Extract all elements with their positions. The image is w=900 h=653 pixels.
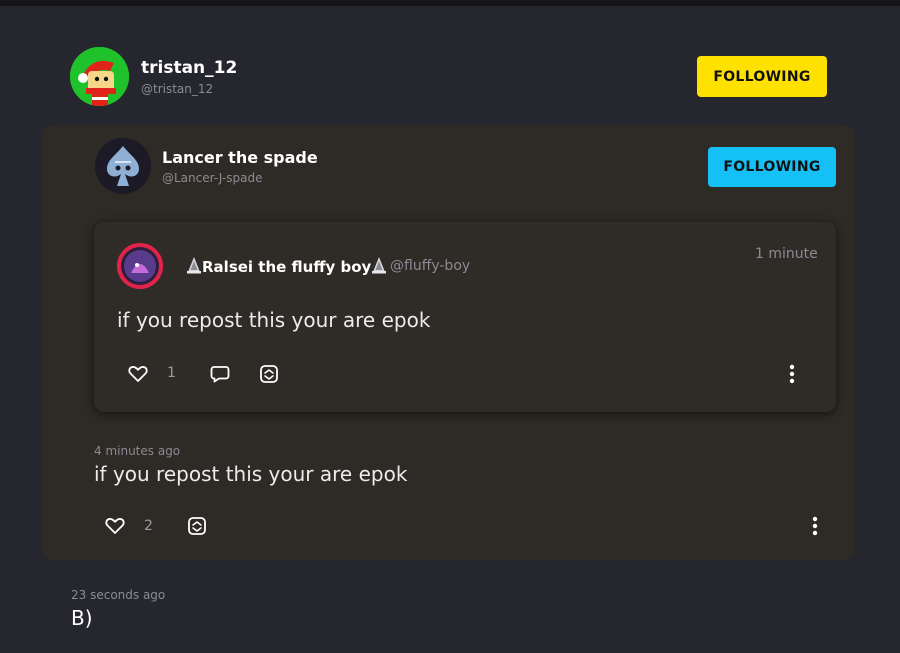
quote-post-text: if you repost this your are epok — [94, 462, 408, 486]
original-author-name[interactable]: Ralsei the fluffy boy — [186, 256, 387, 276]
avatar[interactable] — [117, 243, 163, 289]
reposter-name[interactable]: tristan_12 — [141, 58, 237, 78]
like-count: 2 — [144, 518, 153, 534]
avatar[interactable] — [95, 138, 151, 194]
reposter-handle[interactable]: @tristan_12 — [141, 82, 213, 96]
like-count: 1 — [167, 365, 176, 381]
avatar[interactable] — [70, 47, 129, 106]
repost-text: B) — [71, 606, 93, 630]
crown-icon — [372, 257, 387, 274]
heart-icon[interactable] — [128, 365, 148, 383]
original-author-name-text: Ralsei the fluffy boy — [202, 258, 372, 276]
original-author-handle[interactable]: @fluffy-boy — [390, 258, 470, 274]
avatar-image — [95, 138, 151, 194]
original-post-text: if you repost this your are epok — [117, 308, 431, 332]
crown-icon — [187, 257, 201, 274]
comment-icon[interactable] — [210, 365, 230, 383]
quote-author-name[interactable]: Lancer the spade — [162, 148, 318, 167]
repost-icon[interactable] — [187, 516, 207, 536]
more-vertical-icon[interactable] — [789, 364, 795, 384]
quote-timestamp: 4 minutes ago — [94, 444, 181, 458]
follow-button[interactable]: FOLLOWING — [708, 147, 836, 187]
avatar-image — [70, 47, 129, 106]
more-vertical-icon[interactable] — [812, 516, 818, 536]
quote-author-handle[interactable]: @Lancer-J-spade — [162, 171, 262, 185]
avatar-image — [117, 243, 163, 289]
top-bar — [0, 0, 900, 6]
repost-icon[interactable] — [259, 364, 279, 384]
heart-icon[interactable] — [105, 517, 125, 535]
repost-timestamp: 23 seconds ago — [71, 588, 166, 602]
original-timestamp: 1 minute — [755, 246, 818, 262]
follow-button[interactable]: FOLLOWING — [697, 56, 827, 97]
